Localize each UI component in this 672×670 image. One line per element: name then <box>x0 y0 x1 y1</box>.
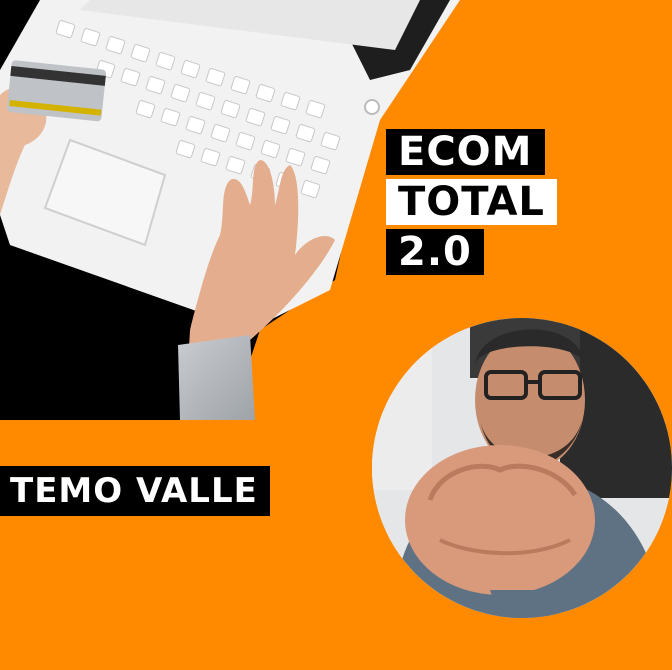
power-button-icon <box>364 99 380 115</box>
banner-artwork <box>0 0 672 618</box>
course-title-line-2: TOTAL <box>386 179 557 225</box>
course-title-line-1: ECOM <box>386 129 545 175</box>
presenter-name: TEMO VALLE <box>0 466 270 516</box>
presenter-photo <box>372 318 672 618</box>
course-title-line-3: 2.0 <box>386 229 484 275</box>
